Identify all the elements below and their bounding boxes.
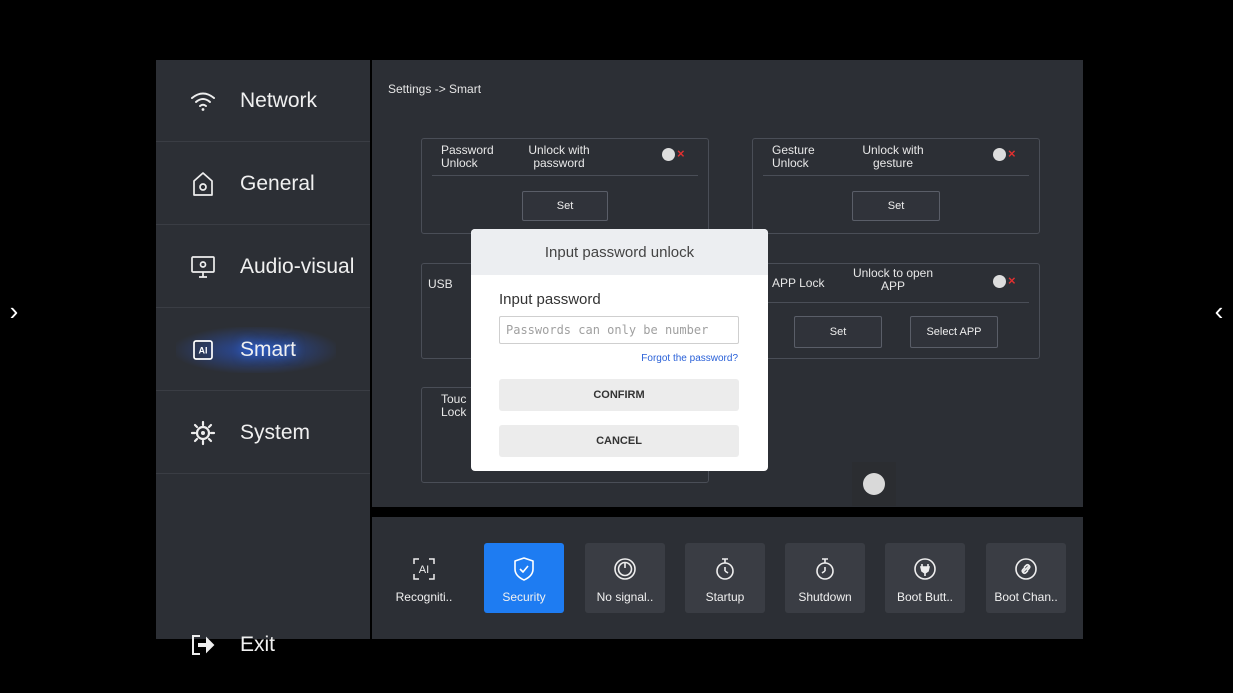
tab-label: Boot Chan.. bbox=[994, 590, 1058, 604]
floating-assistant-button[interactable] bbox=[852, 462, 896, 506]
sidebar-item-label: General bbox=[240, 171, 315, 195]
ai-chip-icon: AI bbox=[188, 335, 218, 365]
sidebar-item-audio-visual[interactable]: Audio-visual bbox=[156, 226, 370, 308]
sidebar-item-general[interactable]: General bbox=[156, 143, 370, 225]
card-title: Touc Lock bbox=[441, 392, 467, 419]
tab-no-signal[interactable]: No signal.. bbox=[585, 543, 665, 613]
sidebar-item-network[interactable]: Network bbox=[156, 60, 370, 142]
card-description: Unlock with gesture bbox=[862, 143, 924, 170]
tab-label: Security bbox=[502, 590, 546, 604]
card-title: USB bbox=[428, 277, 453, 291]
sidebar-item-label: Network bbox=[240, 88, 318, 112]
card-title: Password Unlock bbox=[441, 143, 494, 170]
general-settings-icon bbox=[188, 169, 218, 199]
link-icon bbox=[1013, 556, 1039, 582]
tab-recognition[interactable]: AI Recogniti.. bbox=[384, 543, 464, 613]
tab-security[interactable]: Security bbox=[484, 543, 564, 613]
ai-recognition-icon: AI bbox=[411, 556, 437, 582]
sidebar-item-label: Smart bbox=[240, 337, 297, 361]
password-unlock-toggle[interactable]: × bbox=[662, 146, 692, 162]
password-unlock-card: Password Unlock Unlock with password × S… bbox=[421, 138, 709, 234]
app-lock-toggle[interactable]: × bbox=[993, 273, 1023, 289]
tab-label: No signal.. bbox=[596, 590, 654, 604]
forgot-password-link[interactable]: Forgot the password? bbox=[641, 353, 738, 364]
card-title: Gesture Unlock bbox=[772, 143, 815, 170]
monitor-icon bbox=[188, 252, 218, 282]
sidebar-item-system[interactable]: System bbox=[156, 392, 370, 474]
password-label: Input password bbox=[499, 291, 601, 308]
card-description: Unlock to open APP bbox=[852, 266, 934, 293]
breadcrumb: Settings -> Smart bbox=[388, 82, 482, 96]
tab-label: Startup bbox=[705, 590, 745, 604]
gesture-unlock-toggle[interactable]: × bbox=[993, 146, 1023, 162]
next-arrow-icon[interactable]: › bbox=[4, 296, 24, 327]
tab-label: Boot Butt.. bbox=[896, 590, 954, 604]
sidebar-item-label: Audio-visual bbox=[240, 254, 355, 278]
password-input[interactable] bbox=[499, 316, 739, 344]
smart-function-tabs: AI Recogniti.. Security No signal.. Star… bbox=[372, 517, 1083, 639]
select-app-button[interactable]: Select APP bbox=[910, 316, 998, 348]
app-lock-card: APP Lock Unlock to open APP × Set Select… bbox=[752, 263, 1040, 359]
set-password-button[interactable]: Set bbox=[522, 191, 608, 221]
cancel-button[interactable]: CANCEL bbox=[499, 425, 739, 457]
dialog-title: Input password unlock bbox=[471, 229, 768, 275]
tab-label: Recogniti.. bbox=[395, 590, 453, 604]
set-gesture-button[interactable]: Set bbox=[852, 191, 940, 221]
sidebar-item-label: Exit bbox=[240, 633, 276, 656]
system-gear-icon bbox=[188, 418, 218, 448]
timer-icon bbox=[712, 556, 738, 582]
plug-icon bbox=[912, 556, 938, 582]
power-icon bbox=[612, 556, 638, 582]
shield-check-icon bbox=[511, 556, 537, 582]
tab-label: Shutdown bbox=[798, 590, 852, 604]
sidebar-item-smart[interactable]: AI Smart bbox=[156, 309, 370, 391]
set-app-lock-button[interactable]: Set bbox=[794, 316, 882, 348]
wifi-icon bbox=[188, 86, 218, 116]
timer-icon bbox=[812, 556, 838, 582]
tab-boot-button[interactable]: Boot Butt.. bbox=[885, 543, 965, 613]
sidebar-item-label: System bbox=[240, 420, 311, 444]
svg-text:AI: AI bbox=[419, 564, 429, 576]
card-description: Unlock with password bbox=[528, 143, 590, 170]
password-unlock-dialog: Input password unlock Input password For… bbox=[471, 229, 768, 471]
tab-shutdown[interactable]: Shutdown bbox=[785, 543, 865, 613]
tab-boot-channel[interactable]: Boot Chan.. bbox=[986, 543, 1066, 613]
settings-sidebar: Network General Audio-visual AI Smart Sy… bbox=[156, 60, 370, 656]
sidebar-item-exit[interactable]: Exit bbox=[156, 610, 370, 680]
gesture-unlock-card: Gesture Unlock Unlock with gesture × Set bbox=[752, 138, 1040, 234]
svg-text:AI: AI bbox=[199, 345, 208, 355]
exit-icon bbox=[188, 630, 218, 660]
confirm-button[interactable]: CONFIRM bbox=[499, 379, 739, 411]
prev-arrow-icon[interactable]: ‹ bbox=[1209, 296, 1229, 327]
tab-startup[interactable]: Startup bbox=[685, 543, 765, 613]
card-title: APP Lock bbox=[772, 276, 825, 290]
